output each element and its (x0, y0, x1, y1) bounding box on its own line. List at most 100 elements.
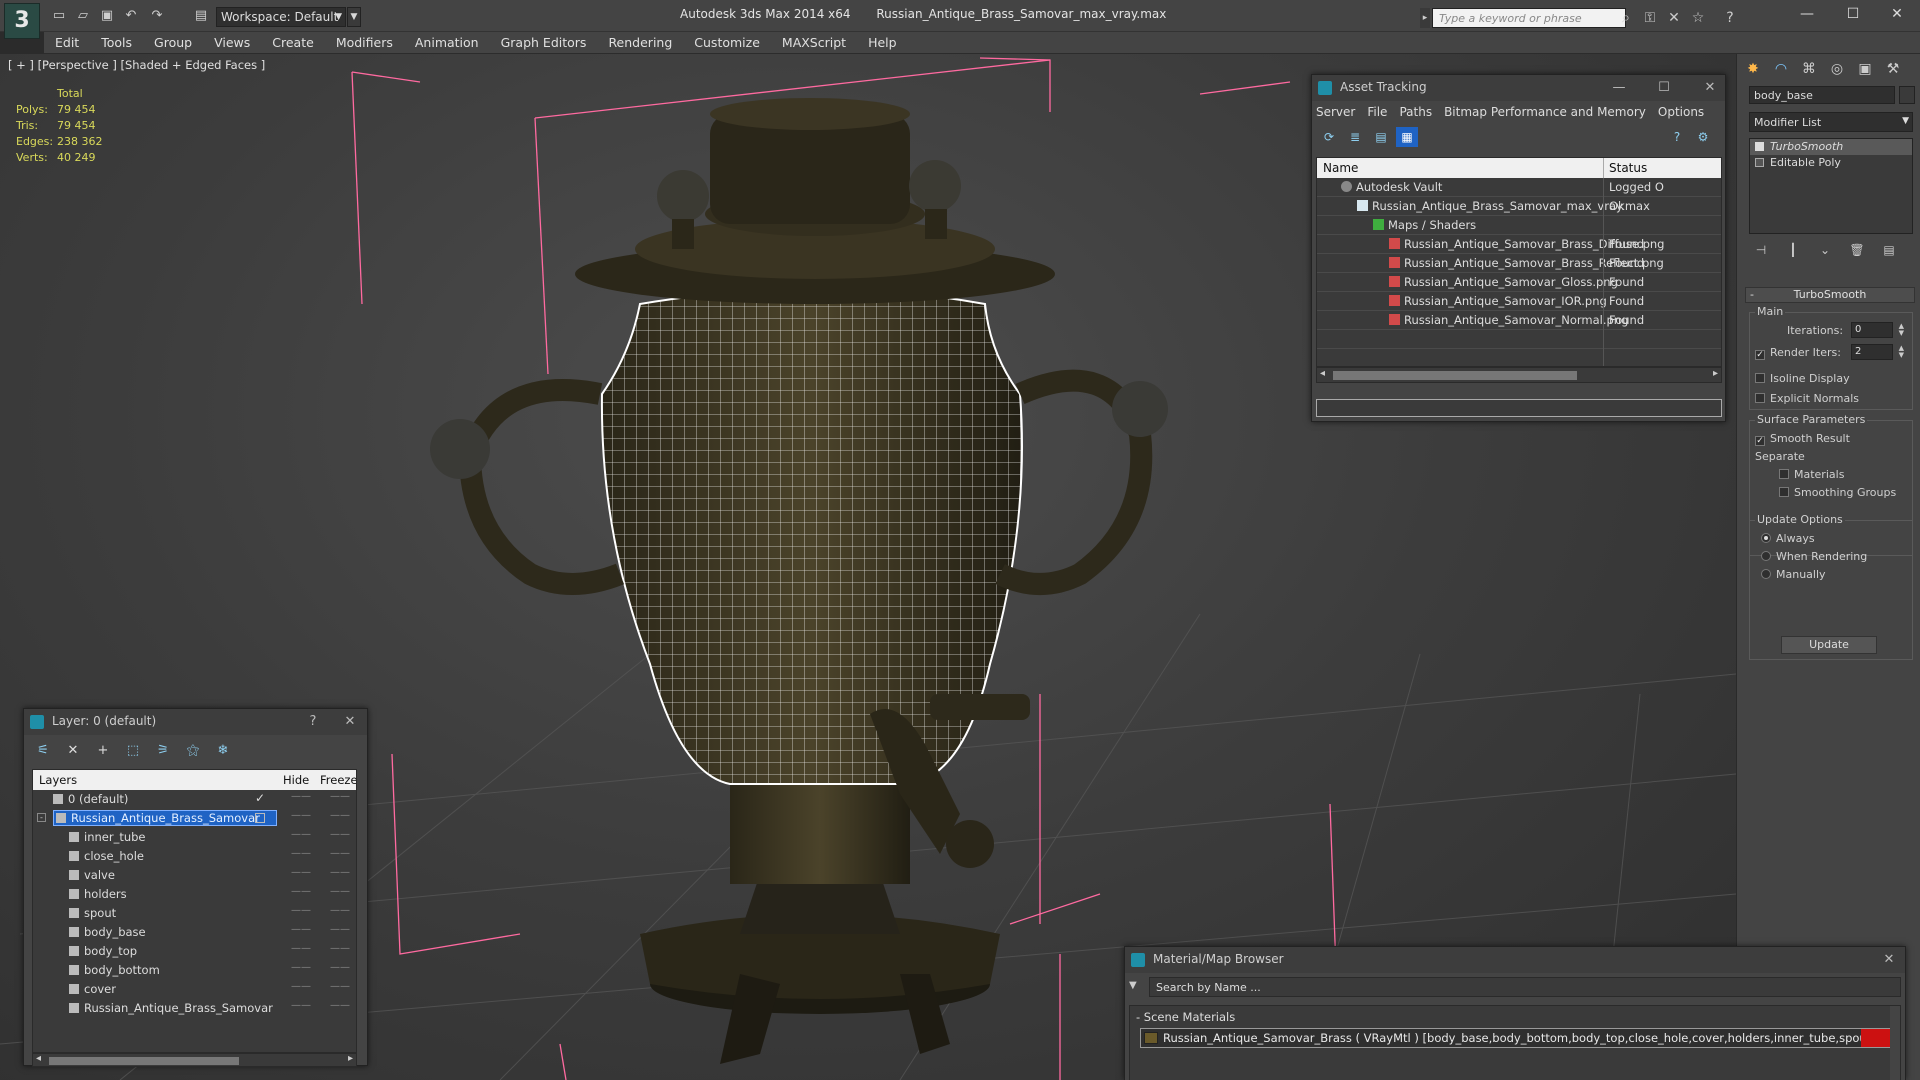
separate-smoothing-groups-checkbox[interactable]: Smoothing Groups (1779, 486, 1896, 499)
layer-manager-titlebar[interactable]: Layer: 0 (default) ? ✕ (24, 709, 367, 735)
close-icon[interactable]: ✕ (1874, 2, 1920, 26)
menu-edit[interactable]: Edit (44, 32, 90, 54)
create-layer-icon[interactable]: ⚟ (30, 741, 56, 761)
material-browser-titlebar[interactable]: Material/Map Browser ✕ (1125, 947, 1905, 973)
material-item-samovar-brass[interactable]: Russian_Antique_Samovar_Brass ( VRayMtl … (1140, 1028, 1892, 1048)
freeze-toggle[interactable]: —— (330, 829, 350, 840)
add-to-layer-icon[interactable]: + (90, 741, 116, 761)
menu-modifiers[interactable]: Modifiers (325, 32, 404, 54)
hide-toggle[interactable]: —— (291, 867, 311, 878)
help-icon[interactable]: ? (1666, 127, 1688, 147)
menu-graph-editors[interactable]: Graph Editors (490, 32, 598, 54)
asset-menu-paths[interactable]: Paths (1399, 105, 1432, 119)
scroll-right-icon[interactable]: ▸ (1713, 368, 1718, 379)
settings-icon[interactable]: ⚙ (1692, 127, 1714, 147)
hide-toggle[interactable]: —— (291, 810, 311, 821)
asset-path-field[interactable] (1316, 399, 1722, 417)
freeze-toggle[interactable]: —— (330, 981, 350, 992)
update-manually-radio[interactable]: Manually (1761, 568, 1826, 581)
hide-toggle[interactable]: —— (291, 848, 311, 859)
scene-materials-group[interactable]: - Scene Materials (1136, 1010, 1235, 1024)
asset-menu-file[interactable]: File (1367, 105, 1387, 119)
open-file-icon[interactable]: ▱ (74, 7, 92, 25)
freeze-toggle[interactable]: —— (330, 943, 350, 954)
separate-materials-checkbox[interactable]: Materials (1779, 468, 1844, 481)
object-row[interactable]: body_bottom —— —— (33, 961, 356, 980)
detail-view-icon[interactable]: ▤ (1370, 127, 1392, 147)
minimize-icon[interactable]: — (1607, 78, 1631, 98)
hide-toggle[interactable]: —— (291, 924, 311, 935)
exchange-icon[interactable]: ✕ (1664, 8, 1684, 28)
column-name[interactable]: Name (1323, 161, 1358, 175)
search-input[interactable]: Type a keyword or phrase (1432, 8, 1626, 28)
active-layer-check-icon[interactable]: ✓ (255, 791, 265, 805)
object-row[interactable]: spout —— —— (33, 904, 356, 923)
hide-toggle[interactable]: —— (291, 829, 311, 840)
scroll-left-icon[interactable]: ◂ (36, 1053, 41, 1064)
maximize-icon[interactable]: ☐ (1830, 2, 1876, 26)
asset-menu-server[interactable]: Server (1316, 105, 1355, 119)
table-row[interactable]: Autodesk Vault Logged O (1317, 178, 1721, 197)
utilities-tab-icon[interactable]: ⚒ (1881, 58, 1905, 80)
freeze-toggle[interactable]: —— (330, 791, 350, 802)
render-iters-spinner[interactable]: 2 ▲ ▼ (1851, 344, 1904, 360)
column-layers[interactable]: Layers (39, 773, 77, 787)
material-search-input[interactable]: Search by Name ... (1149, 977, 1901, 997)
layer-horizontal-scrollbar[interactable]: ◂ ▸ (32, 1053, 357, 1067)
table-view-icon[interactable]: ▦ (1396, 127, 1418, 147)
search-expand-icon[interactable]: ▸ (1420, 8, 1430, 28)
freeze-toggle[interactable]: —— (330, 886, 350, 897)
object-row[interactable]: holders —— —— (33, 885, 356, 904)
freeze-toggle[interactable]: —— (330, 1000, 350, 1011)
column-freeze[interactable]: Freeze (320, 773, 356, 787)
select-objects-icon[interactable]: ⬚ (120, 741, 146, 761)
app-logo-icon[interactable]: 3 (4, 3, 40, 39)
spinner-arrows-icon[interactable]: ▲ ▼ (1899, 345, 1904, 359)
column-status[interactable]: Status (1609, 161, 1647, 175)
scrollbar-thumb[interactable] (1333, 371, 1577, 380)
freeze-toggle[interactable]: —— (330, 924, 350, 935)
hide-all-layers-icon[interactable]: ⚝ (180, 741, 206, 761)
asset-menu-bitmap-performance[interactable]: Bitmap Performance and Memory (1444, 105, 1646, 119)
close-icon[interactable]: ✕ (1698, 78, 1722, 98)
hide-toggle[interactable]: —— (291, 905, 311, 916)
object-row[interactable]: body_base —— —— (33, 923, 356, 942)
configure-sets-icon[interactable]: ▤ (1877, 240, 1901, 260)
object-row[interactable]: cover —— —— (33, 980, 356, 999)
stack-item-editable-poly[interactable]: Editable Poly (1750, 155, 1912, 171)
menu-group[interactable]: Group (143, 32, 203, 54)
star-icon[interactable]: ☆ (1688, 8, 1708, 28)
table-row[interactable]: Russian_Antique_Samovar_IOR.png Found (1317, 292, 1721, 311)
undo-icon[interactable]: ↶ (122, 7, 140, 25)
hierarchy-tab-icon[interactable]: ⌘ (1797, 58, 1821, 80)
update-when-rendering-radio[interactable]: When Rendering (1761, 550, 1867, 563)
collapse-icon[interactable]: - (37, 813, 46, 822)
table-row[interactable]: Russian_Antique_Samovar_Normal.png Found (1317, 311, 1721, 330)
refresh-icon[interactable]: ⟳ (1318, 127, 1340, 147)
motion-tab-icon[interactable]: ◎ (1825, 58, 1849, 80)
hide-toggle[interactable]: —— (291, 791, 311, 802)
browser-options-icon[interactable]: ▼ (1129, 980, 1137, 991)
menu-customize[interactable]: Customize (683, 32, 771, 54)
redo-icon[interactable]: ↷ (148, 7, 166, 25)
modifier-list-dropdown[interactable]: Modifier List ▼ (1749, 112, 1913, 132)
table-row[interactable]: Russian_Antique_Brass_Samovar_max_vray.m… (1317, 197, 1721, 216)
scroll-right-icon[interactable]: ▸ (348, 1053, 353, 1064)
object-row[interactable]: inner_tube —— —— (33, 828, 356, 847)
menu-create[interactable]: Create (261, 32, 325, 54)
table-row[interactable]: Russian_Antique_Samovar_Brass_Diffuse.pn… (1317, 235, 1721, 254)
object-row[interactable]: body_top —— —— (33, 942, 356, 961)
asset-horizontal-scrollbar[interactable]: ◂ ▸ (1316, 367, 1722, 383)
update-always-radio[interactable]: Always (1761, 532, 1815, 545)
project-folder-icon[interactable]: ▤ (192, 7, 210, 25)
key-icon[interactable]: ⚿ (1640, 8, 1660, 28)
display-tab-icon[interactable]: ▣ (1853, 58, 1877, 80)
list-view-icon[interactable]: ≣ (1344, 127, 1366, 147)
asset-menu-options[interactable]: Options (1658, 105, 1704, 119)
freeze-toggle[interactable]: —— (330, 905, 350, 916)
table-row[interactable]: Maps / Shaders (1317, 216, 1721, 235)
hide-toggle[interactable]: —— (291, 981, 311, 992)
table-row[interactable]: Russian_Antique_Samovar_Brass_Reflect.pn… (1317, 254, 1721, 273)
freeze-toggle[interactable]: —— (330, 810, 350, 821)
layer-row-default[interactable]: 0 (default) ✓ —— —— (33, 790, 356, 809)
